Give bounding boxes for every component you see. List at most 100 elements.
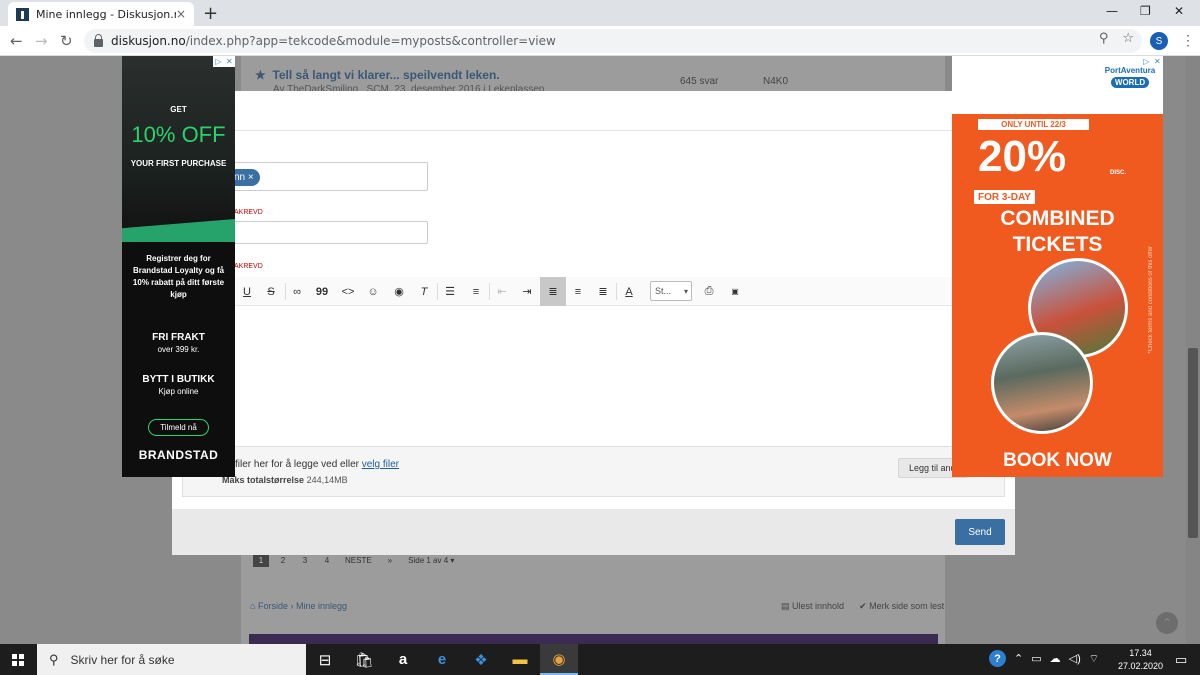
wifi-icon[interactable]: ⌔ bbox=[1089, 652, 1099, 666]
forward-arrow-icon[interactable]: → bbox=[35, 32, 48, 50]
gif-icon[interactable]: ▣ bbox=[723, 277, 747, 306]
spoiler-eye-icon[interactable]: ◉ bbox=[387, 277, 411, 306]
ad-discount: 10% OFF bbox=[131, 122, 226, 147]
page-scrollbar[interactable] bbox=[1186, 56, 1200, 644]
file-explorer-icon[interactable]: ▬ bbox=[501, 644, 539, 675]
site-footer-bar bbox=[249, 634, 938, 644]
quote-button[interactable]: 99 bbox=[310, 277, 334, 306]
ad-get: GET bbox=[170, 105, 187, 114]
indent-icon[interactable]: ⇥ bbox=[515, 277, 539, 306]
ad-free-shipping-sub: over 399 kr. bbox=[157, 345, 200, 354]
bookmark-star-icon[interactable]: ☆ bbox=[1122, 31, 1134, 46]
scroll-to-top-button[interactable]: ⌃ bbox=[1156, 612, 1178, 634]
bullet-list-icon[interactable]: ☰ bbox=[438, 277, 462, 306]
help-icon[interactable]: ? bbox=[989, 650, 1006, 667]
windows-start-icon[interactable] bbox=[12, 654, 24, 666]
dropbox-icon[interactable]: ❖ bbox=[462, 644, 500, 675]
clear-format-icon[interactable]: T bbox=[412, 277, 436, 306]
thread-replies: 645 svar bbox=[680, 76, 719, 87]
search-placeholder: Skriv her for å søke bbox=[70, 652, 175, 667]
thread-last-user[interactable]: N4K0 bbox=[763, 76, 788, 87]
reload-icon[interactable]: ↻ bbox=[60, 32, 73, 50]
minimize-button[interactable]: — bbox=[1106, 4, 1118, 18]
modal-footer: Send bbox=[172, 509, 1015, 555]
scrollbar-thumb[interactable] bbox=[1188, 348, 1198, 538]
subject-field[interactable] bbox=[227, 221, 428, 244]
site-favicon-icon bbox=[16, 7, 29, 21]
font-color-icon[interactable]: A bbox=[617, 277, 641, 306]
tray-expand-icon[interactable]: ⌃ bbox=[1014, 652, 1023, 665]
link-icon[interactable]: ∞ bbox=[285, 277, 309, 306]
battery-icon[interactable]: ▭ bbox=[1031, 652, 1041, 665]
profile-avatar[interactable]: S bbox=[1150, 32, 1168, 50]
last-page-link[interactable]: » bbox=[388, 556, 392, 565]
next-page-link[interactable]: NESTE bbox=[345, 556, 372, 565]
taskbar-clock[interactable]: 17.34 27.02.2020 bbox=[1118, 647, 1163, 673]
send-button[interactable]: Send bbox=[955, 519, 1005, 545]
required-label: AKREVD bbox=[234, 263, 263, 270]
unread-content-link[interactable]: ▤ Ulest innhold bbox=[781, 601, 844, 611]
page-link[interactable]: 3 bbox=[297, 553, 313, 567]
outdent-icon[interactable]: ⇤ bbox=[490, 277, 514, 306]
page-jump-select[interactable]: Side 1 av 4 ▾ bbox=[408, 556, 454, 565]
page-link[interactable]: 1 bbox=[253, 553, 269, 567]
ad-disc: DISC. bbox=[1110, 170, 1127, 176]
strikethrough-button[interactable]: S bbox=[259, 277, 283, 306]
amazon-icon[interactable]: a bbox=[384, 644, 422, 675]
ad-book-now[interactable]: BOOK NOW bbox=[952, 450, 1163, 472]
volume-icon[interactable]: ◁) bbox=[1069, 652, 1081, 665]
breadcrumb-separator: › bbox=[290, 601, 294, 611]
page-link[interactable]: 2 bbox=[275, 553, 291, 567]
ad-loyalty-text: Registrer deg for Brandstad Loyalty og f… bbox=[132, 254, 225, 299]
tab-close-button[interactable]: × bbox=[176, 7, 186, 21]
footer-actions: ▤ Ulest innhold ✔ Merk side som lest bbox=[781, 601, 944, 612]
mark-read-link[interactable]: ✔ Merk side som lest bbox=[859, 601, 944, 611]
align-center-icon[interactable]: ≡ bbox=[566, 277, 590, 306]
chrome-icon[interactable]: ◉ bbox=[540, 644, 578, 675]
onedrive-icon[interactable]: ☁ bbox=[1050, 652, 1061, 665]
underline-button[interactable]: U bbox=[235, 277, 259, 306]
code-button[interactable]: <> bbox=[336, 277, 360, 306]
zoom-icon[interactable]: ⚲ bbox=[1099, 31, 1109, 46]
edge-icon[interactable]: e bbox=[423, 644, 461, 675]
upload-instructions: filer her for å legge ved eller velg fil… bbox=[235, 459, 399, 470]
align-right-icon[interactable]: ≣ bbox=[591, 277, 615, 306]
file-upload-area[interactable]: filer her for å legge ved eller velg fil… bbox=[182, 446, 1005, 497]
message-editor[interactable] bbox=[232, 306, 1015, 446]
paragraph-style-select[interactable]: St... bbox=[650, 281, 692, 301]
ad-signup-button[interactable]: Tilmeld nå bbox=[148, 419, 209, 436]
task-view-icon[interactable]: ⊟ bbox=[306, 644, 344, 675]
new-tab-button[interactable]: + bbox=[203, 3, 218, 24]
ad-tickets: TICKETS bbox=[1012, 233, 1103, 256]
home-icon: ⌂ bbox=[250, 601, 256, 611]
system-tray: ? ⌃ ▭ ☁ ◁) ⌔ bbox=[989, 650, 1099, 667]
align-left-icon[interactable]: ≣ bbox=[540, 277, 566, 306]
breadcrumb-current[interactable]: Mine innlegg bbox=[296, 601, 347, 611]
recipient-field[interactable]: nn × bbox=[227, 162, 428, 191]
ad-riders-photo bbox=[991, 332, 1093, 434]
choose-files-link[interactable]: velg filer bbox=[362, 459, 399, 470]
max-size-info: Maks totalstørrelse 244,14MB bbox=[222, 475, 348, 485]
address-bar[interactable]: diskusjon.no/index.php?app=tekcode&modul… bbox=[84, 29, 1142, 53]
close-window-button[interactable]: ✕ bbox=[1174, 4, 1184, 18]
thread-title-link[interactable]: ★ Tell så langt vi klarer... speilvendt … bbox=[255, 68, 500, 82]
lock-icon bbox=[94, 34, 103, 47]
portaventura-ad[interactable]: ▷ ✕ PortAventura WORLD ONLY UNTIL 22/3 20… bbox=[952, 56, 1163, 477]
browser-menu-icon[interactable]: ⋮ bbox=[1181, 32, 1195, 49]
taskbar-search[interactable]: ⚲ Skriv her for å søke bbox=[37, 644, 306, 675]
store-icon[interactable]: 🛍 bbox=[345, 644, 383, 675]
brandstad-ad[interactable]: ▷ ✕ GET 10% OFF YOUR FIRST PURCHASE Regis… bbox=[122, 56, 235, 477]
preview-icon[interactable]: ⎙ bbox=[697, 277, 721, 306]
page-link[interactable]: 4 bbox=[319, 553, 335, 567]
ad-choices-icon[interactable]: ▷ ✕ bbox=[213, 56, 235, 67]
back-arrow-icon[interactable]: ← bbox=[10, 32, 23, 50]
maximize-button[interactable]: ❐ bbox=[1140, 4, 1151, 18]
browser-tab[interactable]: Mine innlegg - Diskusjon.no × bbox=[8, 2, 194, 26]
emoji-icon[interactable]: ☺ bbox=[361, 277, 385, 306]
ad-until: ONLY UNTIL 22/3 bbox=[978, 119, 1089, 130]
breadcrumb-home[interactable]: Forside bbox=[258, 601, 288, 611]
page-viewport: ★ Tell så langt vi klarer... speilvendt … bbox=[0, 56, 1200, 644]
ad-percent: 20% bbox=[978, 132, 1067, 181]
numbered-list-icon[interactable]: ≡ bbox=[464, 277, 488, 306]
notification-icon[interactable]: ▭ bbox=[1175, 652, 1187, 668]
